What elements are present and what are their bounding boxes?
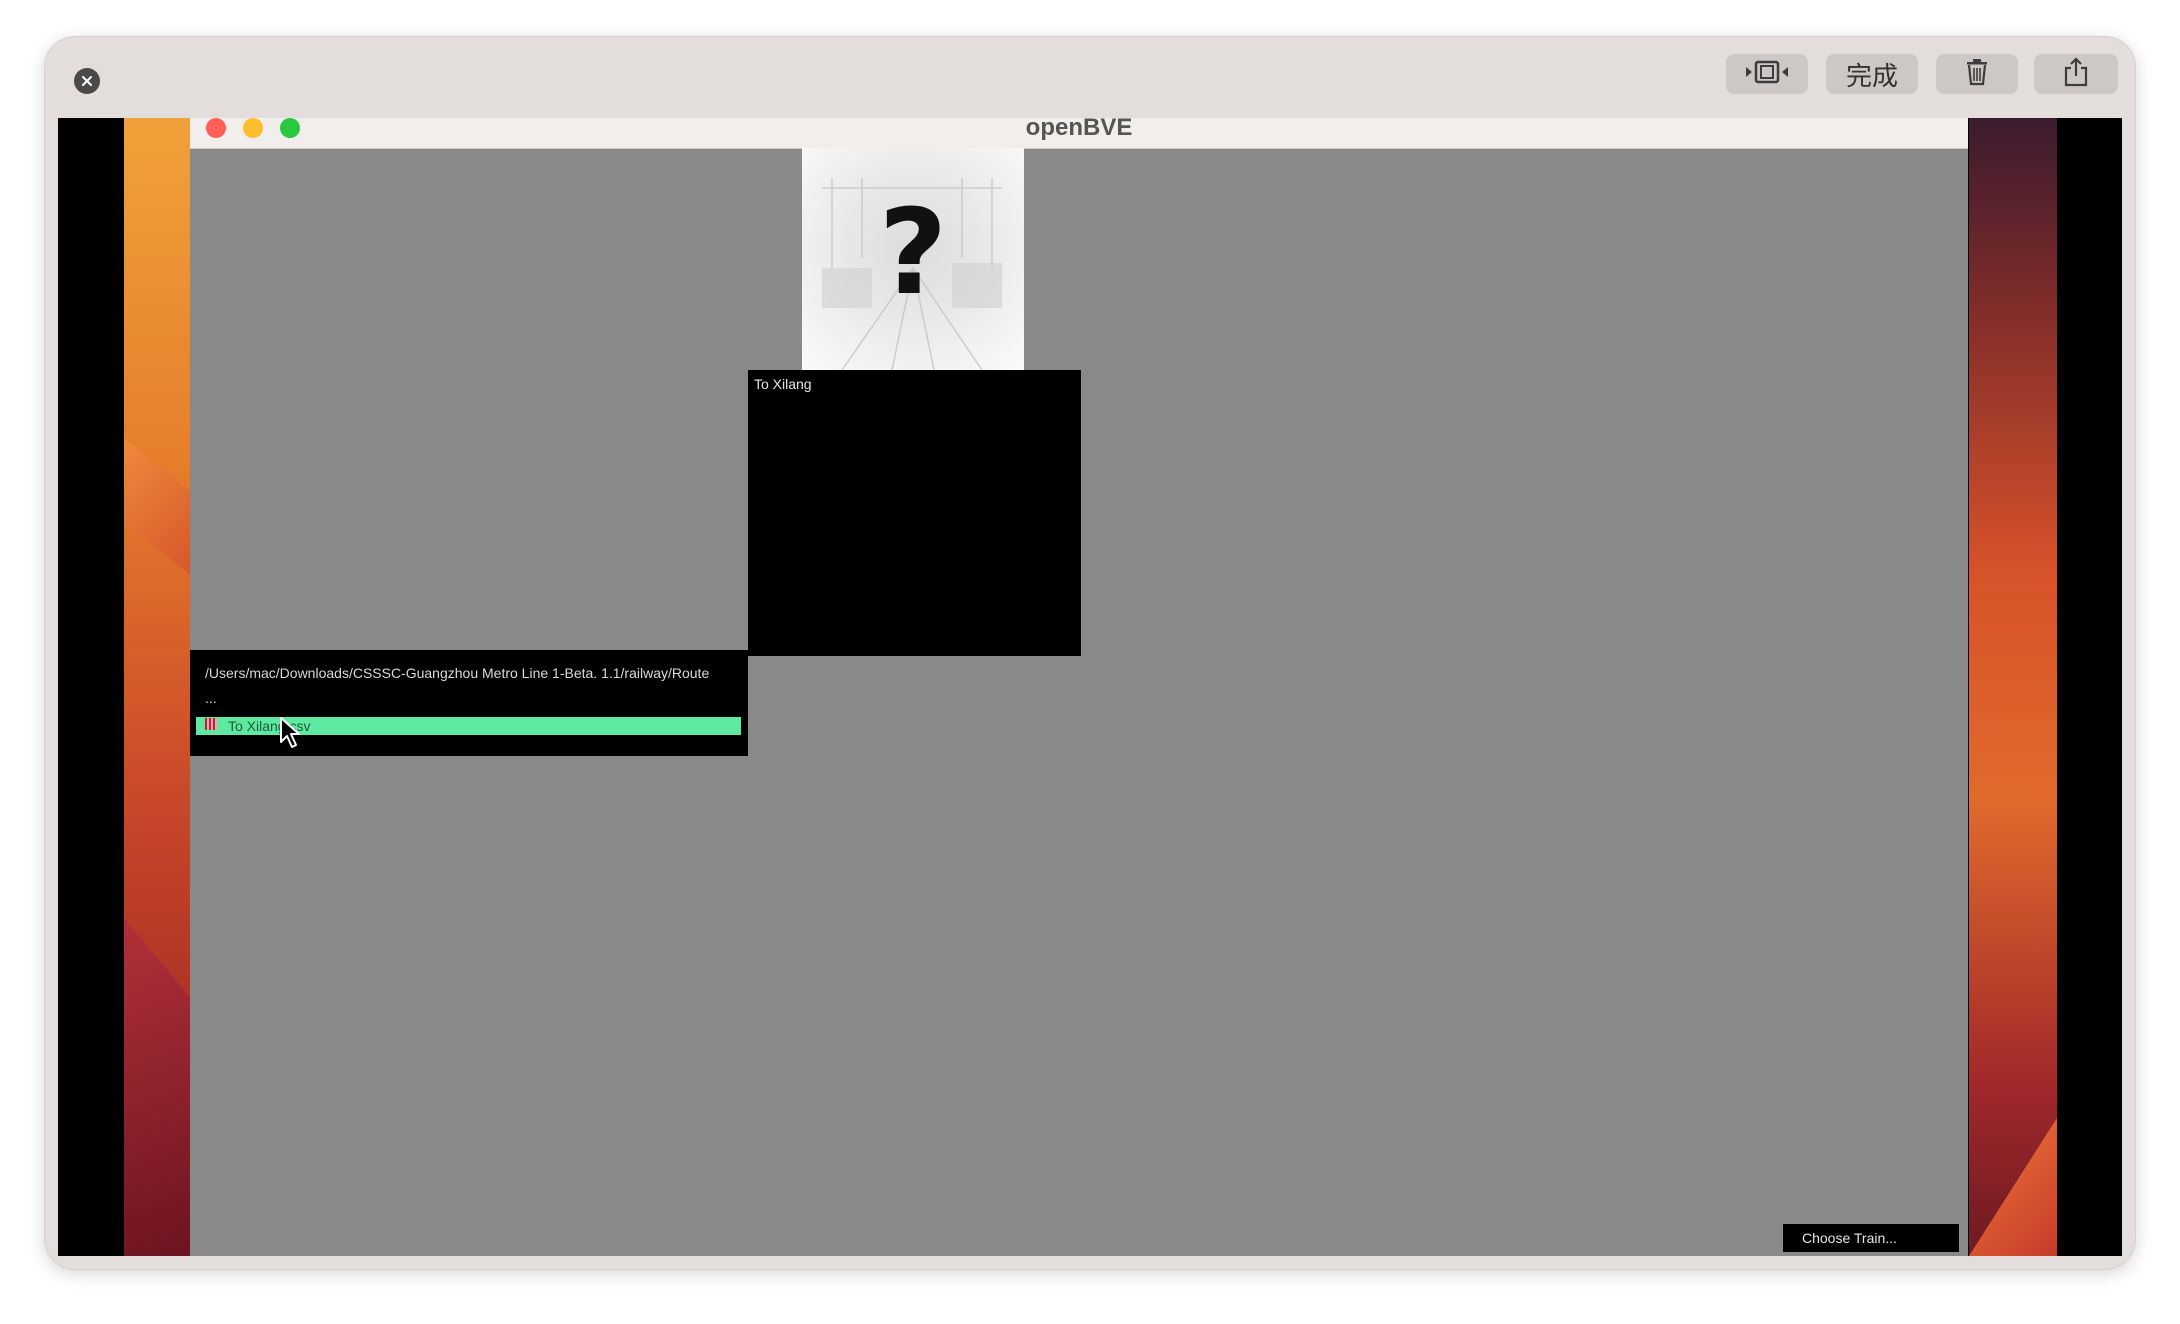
trash-icon bbox=[1964, 58, 1990, 91]
route-preview-image: ? bbox=[802, 148, 1024, 370]
window-title: openBVE bbox=[1025, 118, 1133, 141]
done-button-label: 完成 bbox=[1845, 61, 1898, 92]
wallpaper-right bbox=[1969, 118, 2057, 1256]
current-path: /Users/mac/Downloads/CSSSC-Guangzhou Met… bbox=[205, 665, 710, 681]
screen-preview: openBVE ? To Xilang /Users/mac/Downloads… bbox=[58, 118, 2122, 1256]
parent-directory-item[interactable]: ... bbox=[205, 690, 217, 706]
mouse-cursor-icon bbox=[279, 716, 303, 750]
window-titlebar: openBVE bbox=[190, 118, 1968, 149]
route-description: To Xilang bbox=[754, 376, 812, 392]
choose-train-button[interactable]: Choose Train... bbox=[1783, 1224, 1959, 1252]
share-button[interactable] bbox=[2034, 54, 2118, 94]
choose-train-label: Choose Train... bbox=[1802, 1230, 1897, 1246]
close-icon[interactable] bbox=[74, 68, 100, 94]
question-mark-icon: ? bbox=[878, 183, 948, 321]
openbve-window: openBVE ? To Xilang /Users/mac/Downloads… bbox=[190, 118, 1968, 1256]
trim-button[interactable] bbox=[1726, 54, 1808, 94]
share-icon bbox=[2063, 56, 2089, 92]
list-item[interactable]: To Xilang.csv bbox=[196, 717, 741, 735]
delete-button[interactable] bbox=[1936, 54, 2018, 94]
trim-video-icon bbox=[1744, 59, 1790, 90]
route-file-icon bbox=[205, 718, 217, 730]
wallpaper-left bbox=[124, 118, 194, 1256]
route-file-browser: /Users/mac/Downloads/CSSSC-Guangzhou Met… bbox=[190, 650, 748, 756]
quicklook-panel: 完成 openBVE ? To Xilang /Users/mac/Downlo… bbox=[45, 37, 2135, 1269]
done-button[interactable]: 完成 bbox=[1826, 54, 1918, 94]
route-description-panel: To Xilang bbox=[748, 370, 1081, 656]
